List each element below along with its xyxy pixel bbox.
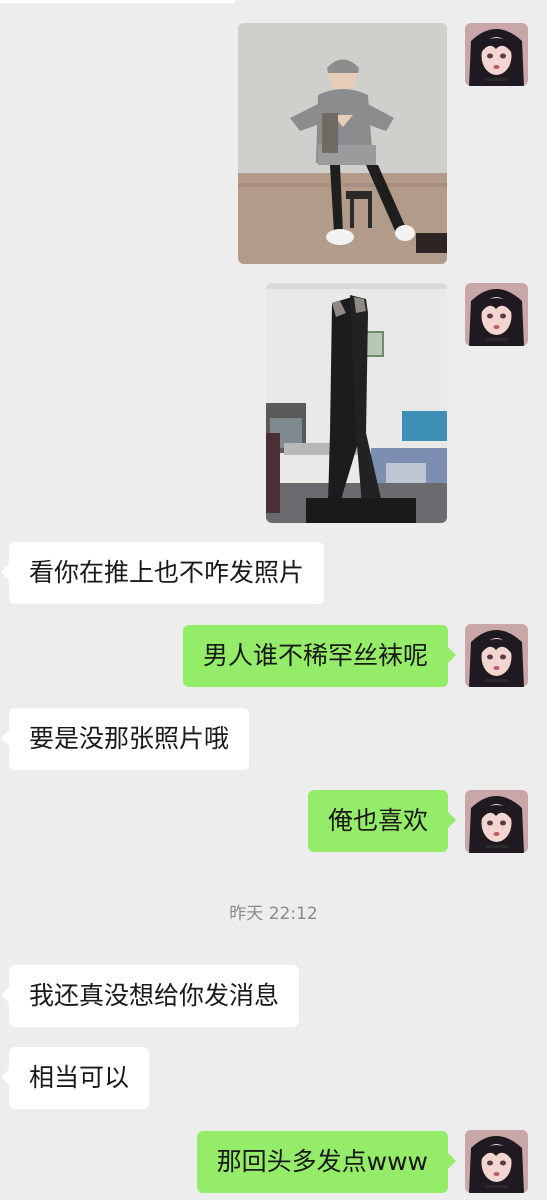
anime-girl-avatar-icon	[465, 283, 528, 346]
top-divider	[0, 0, 235, 3]
message-bubble-received[interactable]: 我还真没想给你发消息	[0, 965, 300, 1027]
message-bubble-received[interactable]: 相当可以	[0, 1047, 150, 1109]
message-photo-2[interactable]	[266, 283, 447, 523]
avatar-self-3[interactable]	[465, 624, 528, 687]
anime-girl-avatar-icon	[465, 790, 528, 853]
message-photo-1[interactable]	[238, 23, 447, 264]
photo-legs-up	[266, 283, 447, 523]
anime-girl-avatar-icon	[465, 1130, 528, 1193]
message-bubble-sent[interactable]: 那回头多发点www	[196, 1131, 457, 1193]
photo-selfie-sitting	[238, 23, 447, 264]
avatar-self-2[interactable]	[465, 283, 528, 346]
anime-girl-avatar-icon	[465, 23, 528, 86]
message-bubble-received[interactable]: 看你在推上也不咋发照片	[0, 542, 325, 604]
avatar-self-4[interactable]	[465, 790, 528, 853]
chat-timestamp: 昨天 22:12	[229, 904, 318, 924]
message-bubble-received[interactable]: 要是没那张照片哦	[0, 708, 250, 770]
avatar-self-1[interactable]	[465, 23, 528, 86]
message-bubble-sent[interactable]: 俺也喜欢	[307, 790, 457, 852]
avatar-self-5[interactable]	[465, 1130, 528, 1193]
message-bubble-sent[interactable]: 男人谁不稀罕丝袜呢	[182, 625, 457, 687]
anime-girl-avatar-icon	[465, 624, 528, 687]
